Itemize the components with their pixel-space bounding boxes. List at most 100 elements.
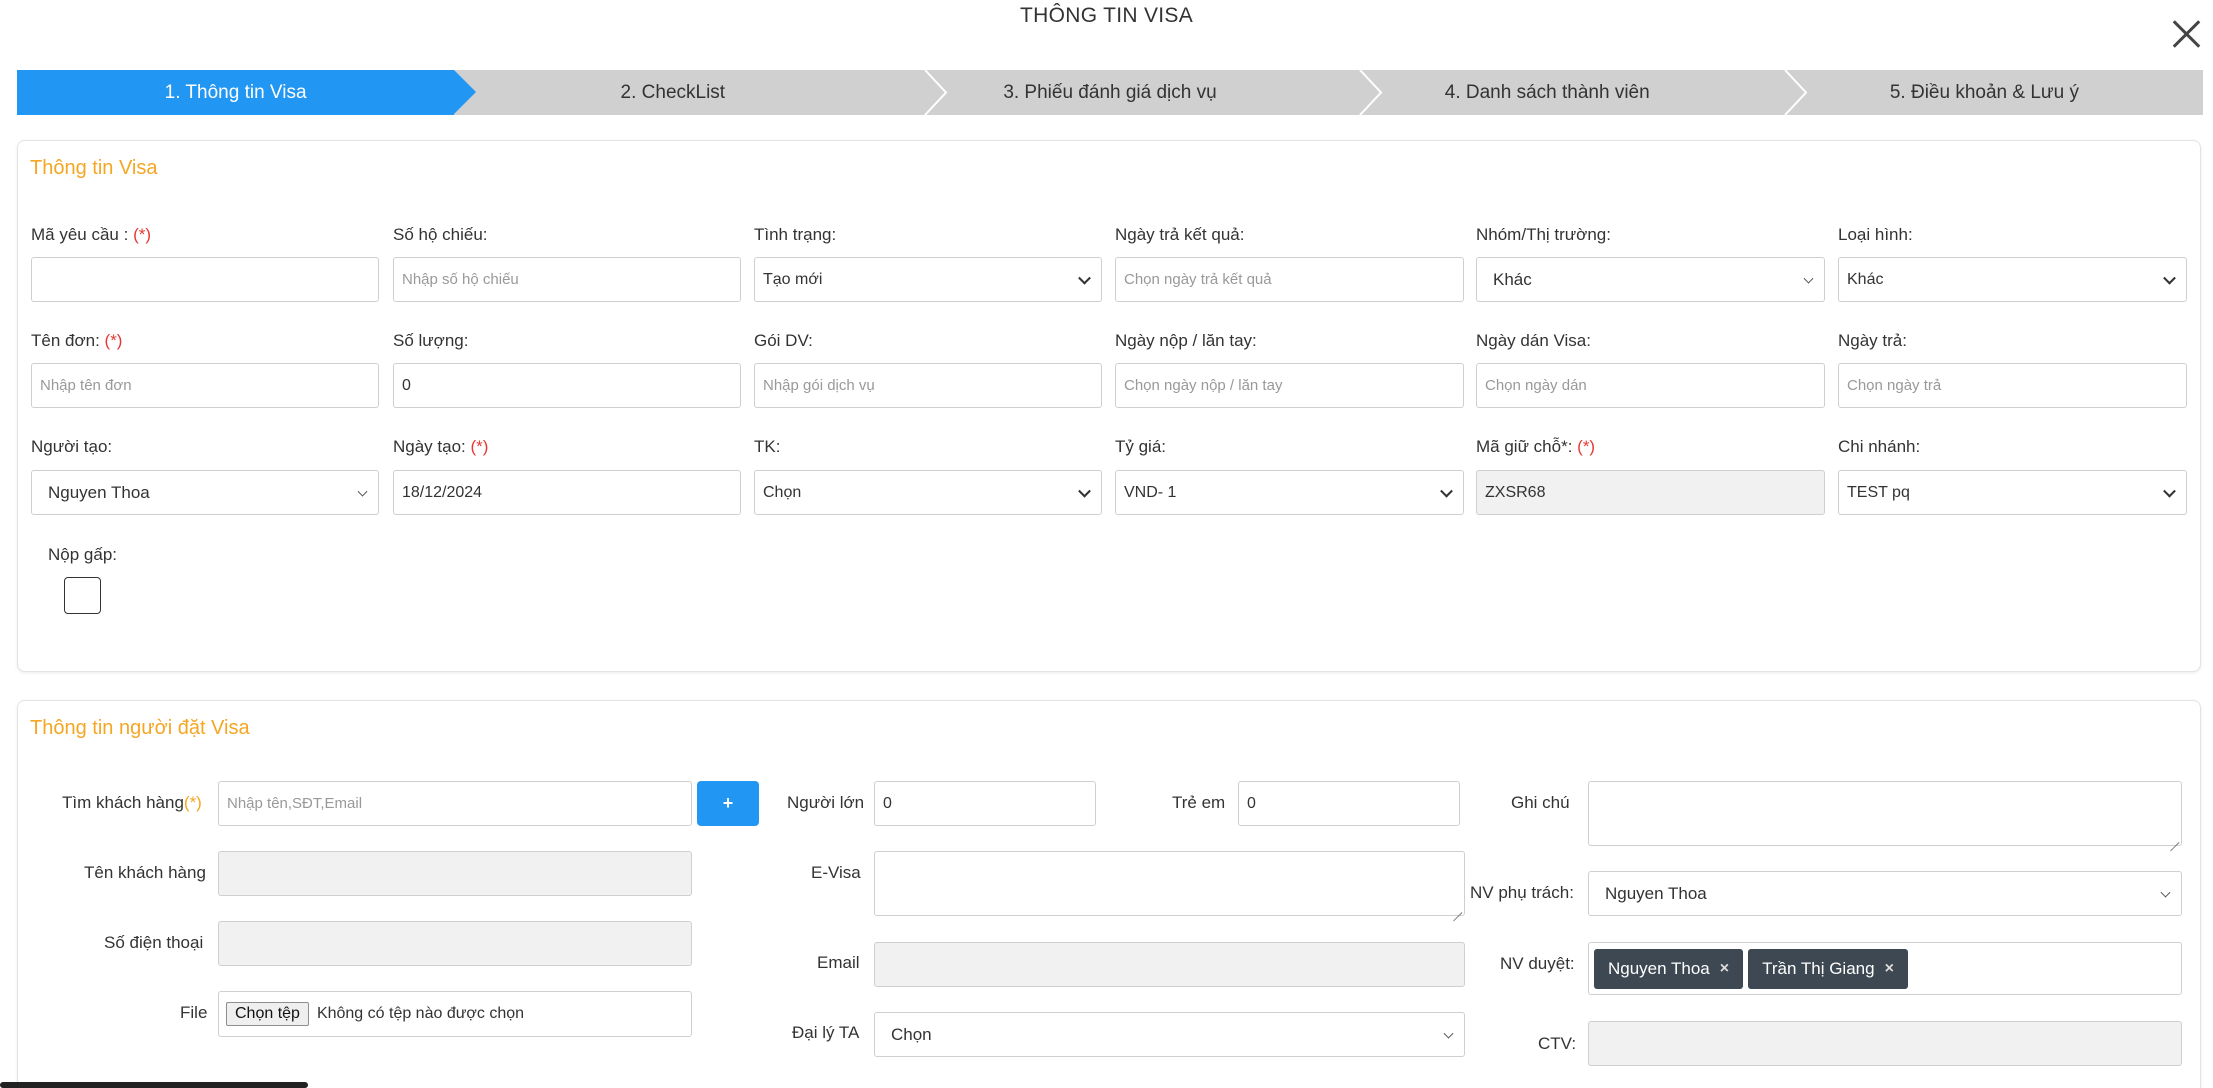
nguoi-lon-input[interactable]: 0 <box>874 781 1096 826</box>
step-label: 1. Thông tin Visa <box>164 81 307 103</box>
file-input[interactable]: Chọn tệp Không có tệp nào được chọn <box>218 991 692 1037</box>
ngay-tao-input[interactable]: 18/12/2024 <box>393 470 741 515</box>
step-thong-tin-visa[interactable]: 1. Thông tin Visa <box>17 70 477 115</box>
step-separator-icon <box>1782 70 1808 115</box>
tre-em-input[interactable]: 0 <box>1238 781 1460 826</box>
step-separator-icon <box>1357 70 1383 115</box>
ty-gia-label: Tỷ giá: <box>1115 437 1167 456</box>
goi-dv-label: Gói DV: <box>754 331 813 350</box>
select-value: Nguyen Thoa <box>1605 883 1707 903</box>
ghi-chu-label: Ghi chú <box>1511 793 1570 812</box>
close-icon[interactable] <box>2170 16 2204 50</box>
select-value: Tạo mới <box>763 270 823 288</box>
e-visa-textarea[interactable] <box>874 851 1465 916</box>
approver-tag: Nguyen Thoa × <box>1594 948 1744 989</box>
ghi-chu-textarea[interactable] <box>1588 781 2182 846</box>
chevron-down-icon <box>2160 887 2171 898</box>
ngay-tra-label: Ngày trả: <box>1838 331 1907 350</box>
nv-phu-trach-select[interactable]: Nguyen Thoa <box>1588 871 2182 916</box>
remove-tag-icon[interactable]: × <box>1720 960 1729 978</box>
step-label: 5. Điều khoản & Lưu ý <box>1889 81 2079 103</box>
tinh-trang-select[interactable]: Tạo mới <box>754 257 1102 302</box>
chevron-down-icon <box>1078 271 1091 285</box>
ma-yeu-cau-label: Mã yêu cầu : (*) <box>31 225 152 244</box>
chevron-down-icon <box>1443 1028 1454 1039</box>
tinh-trang-label: Tình trạng: <box>754 225 837 244</box>
resize-handle-icon[interactable] <box>2169 833 2179 843</box>
ngay-nop-input[interactable]: Chọn ngày nộp / lăn tay <box>1115 363 1464 408</box>
step-separator-icon <box>922 70 948 115</box>
select-value: VND- 1 <box>1124 483 1177 501</box>
nhom-thi-truong-select[interactable]: Khác <box>1476 257 1825 302</box>
step-checklist[interactable]: 2. CheckList <box>454 70 891 115</box>
ctv-label: CTV: <box>1538 1034 1577 1053</box>
section-title: Thông tin người đặt Visa <box>30 717 250 739</box>
tk-select[interactable]: Chọn <box>754 470 1102 515</box>
so-luong-label: Số lượng: <box>393 331 469 350</box>
nguoi-lon-label: Người lớn <box>787 793 865 812</box>
ma-giu-cho-label: Mã giữ chỗ*: (*) <box>1476 437 1596 456</box>
chi-nhanh-select[interactable]: TEST pq <box>1838 470 2187 515</box>
step-danh-sach-thanh-vien[interactable]: 4. Danh sách thành viên <box>1329 70 1766 115</box>
ngay-dan-visa-input[interactable]: Chọn ngày dán <box>1476 363 1825 408</box>
horizontal-scrollbar[interactable] <box>0 1082 308 1088</box>
select-value: Khác <box>1847 270 1884 288</box>
step-phieu-danh-gia[interactable]: 3. Phiếu đánh giá dịch vụ <box>891 70 1328 115</box>
remove-tag-icon[interactable]: × <box>1885 960 1894 978</box>
ngay-nop-label: Ngày nộp / lăn tay: <box>1115 331 1257 350</box>
modal-title: THÔNG TIN VISA <box>1020 4 1193 27</box>
ctv-input <box>1588 1021 2182 1066</box>
ngay-tra-ket-qua-input[interactable]: Chọn ngày trả kết quả <box>1115 257 1464 302</box>
ten-khach-hang-input <box>218 851 692 896</box>
so-dien-thoai-input <box>218 921 692 966</box>
section-title: Thông tin Visa <box>30 157 158 179</box>
tre-em-label: Trẻ em <box>1172 793 1226 812</box>
step-label: 2. CheckList <box>620 81 726 103</box>
chevron-down-icon <box>2163 484 2176 498</box>
so-ho-chieu-input[interactable]: Nhập số hộ chiếu <box>393 257 741 302</box>
email-input <box>874 942 1465 987</box>
ten-don-input[interactable]: Nhập tên đơn <box>31 363 379 408</box>
nv-duyet-multiselect[interactable]: Nguyen Thoa × Trần Thị Giang × <box>1588 942 2182 995</box>
file-label: File <box>180 1003 208 1022</box>
nv-duyet-label: NV duyệt: <box>1500 954 1575 973</box>
ngay-dan-visa-label: Ngày dán Visa: <box>1476 331 1591 350</box>
loai-hinh-select[interactable]: Khác <box>1838 257 2187 302</box>
tag-label: Nguyen Thoa <box>1608 958 1710 978</box>
chevron-down-icon <box>1440 484 1453 498</box>
nop-gap-label: Nộp gấp: <box>48 545 117 564</box>
select-value: Chọn <box>763 483 802 501</box>
goi-dv-input[interactable]: Nhập gói dịch vụ <box>754 363 1102 408</box>
step-label: 3. Phiếu đánh giá dịch vụ <box>1003 81 1217 103</box>
dai-ly-ta-select[interactable]: Chọn <box>874 1012 1465 1057</box>
so-ho-chieu-label: Số hộ chiếu: <box>393 225 488 244</box>
so-dien-thoai-label: Số điện thoại <box>104 933 204 952</box>
chevron-down-icon <box>357 486 368 497</box>
file-status: Không có tệp nào được chọn <box>316 1005 525 1022</box>
tim-khach-hang-input[interactable]: Nhập tên,SĐT,Email <box>218 781 692 826</box>
step-label: 4. Danh sách thành viên <box>1444 81 1650 103</box>
select-value: TEST pq <box>1847 483 1910 501</box>
step-dieu-khoan[interactable]: 5. Điều khoản & Lưu ý <box>1766 70 2203 115</box>
ten-khach-hang-label: Tên khách hàng <box>84 863 206 882</box>
chevron-down-icon <box>2163 271 2176 285</box>
so-luong-input[interactable]: 0 <box>393 363 741 408</box>
nop-gap-checkbox[interactable] <box>64 577 101 614</box>
ma-giu-cho-input: ZXSR68 <box>1476 470 1825 515</box>
nhom-thi-truong-label: Nhóm/Thị trường: <box>1476 225 1611 244</box>
ty-gia-select[interactable]: VND- 1 <box>1115 470 1464 515</box>
nguoi-tao-label: Người tạo: <box>31 437 113 456</box>
tim-khach-hang-label: Tìm khách hàng(*) <box>62 793 202 812</box>
add-customer-button[interactable]: + <box>697 781 759 826</box>
nguoi-tao-select[interactable]: Nguyen Thoa <box>31 470 379 515</box>
resize-handle-icon[interactable] <box>1452 903 1462 913</box>
nv-phu-trach-label: NV phụ trách: <box>1470 883 1574 902</box>
ngay-tra-input[interactable]: Chọn ngày trả <box>1838 363 2187 408</box>
ma-yeu-cau-input[interactable] <box>31 257 379 302</box>
select-value: Chọn <box>891 1024 932 1044</box>
choose-file-button[interactable]: Chọn tệp <box>226 1002 309 1026</box>
dai-ly-ta-label: Đại lý TA <box>792 1023 860 1042</box>
tk-label: TK: <box>754 437 781 456</box>
select-value: Khác <box>1493 269 1532 289</box>
step-wizard: 1. Thông tin Visa 2. CheckList 3. Phiếu … <box>17 70 2203 115</box>
